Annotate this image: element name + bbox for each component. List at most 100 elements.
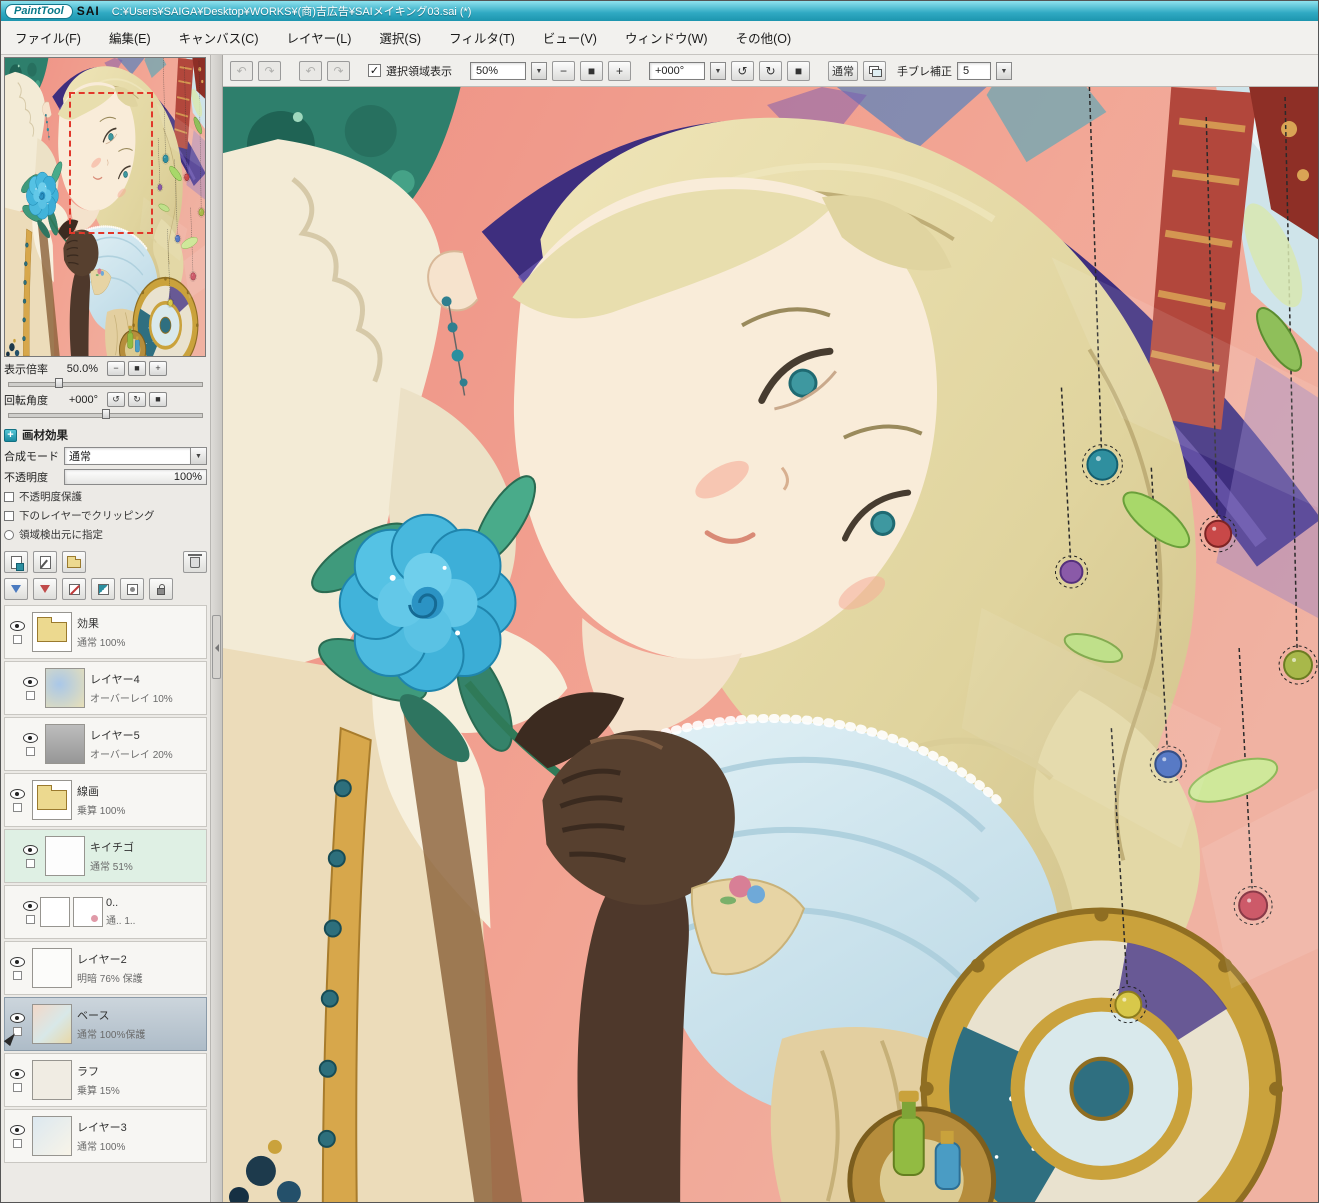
layer-row[interactable]: レイヤー2 明暗 76% 保護	[4, 941, 207, 995]
layer-row[interactable]: 0.. 通.. 1..	[4, 885, 207, 939]
layer-thumbnail	[45, 724, 85, 764]
nav-zoom-out-button[interactable]: −	[107, 361, 125, 376]
delete-layer-button[interactable]	[183, 551, 207, 573]
layer-checkbox[interactable]	[12, 1138, 22, 1148]
lock-layer-button[interactable]	[149, 578, 173, 600]
eye-icon[interactable]	[9, 1124, 25, 1135]
blend-normal-button[interactable]: 通常	[828, 60, 858, 81]
selection-source-radio[interactable]	[4, 529, 14, 540]
layer-name: レイヤー5	[90, 730, 140, 742]
zoom-dropdown-button[interactable]: ▼	[531, 61, 547, 80]
opacity-slider[interactable]: 100%	[64, 469, 207, 485]
nav-rotate-reset-button[interactable]: ■	[149, 392, 167, 407]
new-layer-icon	[10, 555, 24, 571]
nav-zoom-in-button[interactable]: +	[149, 361, 167, 376]
redo-button[interactable]: ↷	[258, 60, 281, 81]
eye-icon[interactable]	[9, 620, 25, 631]
menu-file[interactable]: ファイル(F)	[15, 28, 81, 47]
rotation-dropdown-button[interactable]: ▼	[710, 61, 726, 80]
layer-checkbox[interactable]	[12, 802, 22, 812]
rotate-ccw-button[interactable]: ↺	[731, 60, 754, 81]
new-layer-button[interactable]	[4, 551, 28, 573]
layer-checkbox[interactable]	[25, 690, 35, 700]
eye-icon[interactable]	[9, 788, 25, 799]
layer-checkbox[interactable]	[12, 970, 22, 980]
layer-display-button[interactable]	[863, 60, 886, 81]
layer-row[interactable]: ラフ 乗算 15%	[4, 1053, 207, 1107]
merge-down-button[interactable]	[33, 578, 57, 600]
layer-row[interactable]: キイチゴ 通常 51%	[4, 829, 207, 883]
eye-icon[interactable]	[22, 844, 38, 855]
nav-rotate-ccw-button[interactable]: ↺	[107, 392, 125, 407]
selection-undo-button[interactable]: ↶	[299, 60, 322, 81]
layer-checkbox[interactable]	[25, 914, 35, 924]
preserve-opacity-checkbox[interactable]	[4, 491, 14, 502]
layer-checkbox[interactable]	[25, 858, 35, 868]
fill-layer-icon	[97, 583, 109, 595]
zoom-in-button[interactable]: +	[608, 60, 631, 81]
eye-icon[interactable]	[22, 676, 38, 687]
stabilizer-dropdown-button[interactable]: ▼	[996, 61, 1012, 80]
lock-icon	[157, 583, 165, 595]
panel-collapse-handle[interactable]	[212, 615, 221, 679]
navigator-view-rectangle[interactable]	[69, 92, 153, 234]
rotation-slider-thumb[interactable]	[101, 409, 110, 419]
menu-layer[interactable]: レイヤー(L)	[287, 28, 352, 47]
clear-layer-button[interactable]	[62, 578, 86, 600]
layer-checkbox[interactable]	[12, 1082, 22, 1092]
navigator[interactable]	[4, 57, 206, 357]
expand-icon[interactable]: +	[4, 428, 17, 442]
canvas-artwork[interactable]	[223, 87, 1318, 1203]
layer-thumbnail	[32, 1004, 72, 1044]
new-folder-icon	[67, 556, 81, 568]
transfer-down-button[interactable]	[4, 578, 28, 600]
menu-canvas[interactable]: キャンバス(C)	[179, 28, 259, 47]
layer-row[interactable]: レイヤー4 オーバーレイ 10%	[4, 661, 207, 715]
stabilizer-input[interactable]: 5	[957, 61, 991, 80]
clipping-group-checkbox[interactable]	[4, 510, 14, 521]
layer-row[interactable]: レイヤー3 通常 100%	[4, 1109, 207, 1163]
zoom-out-button[interactable]: −	[552, 60, 575, 81]
fill-layer-button[interactable]	[91, 578, 115, 600]
selection-visible-checkbox[interactable]: ✓	[368, 64, 381, 77]
selection-redo-button[interactable]: ↷	[327, 60, 350, 81]
panel-divider[interactable]	[211, 55, 223, 1202]
zoom-slider-thumb[interactable]	[54, 378, 63, 388]
eye-icon[interactable]	[9, 1012, 25, 1023]
layer-row[interactable]: 効果 通常 100%	[4, 605, 207, 659]
canvas-viewport[interactable]	[223, 87, 1318, 1203]
nav-rotate-cw-button[interactable]: ↻	[128, 392, 146, 407]
menu-view[interactable]: ビュー(V)	[543, 28, 597, 47]
zoom-reset-button[interactable]: ■	[580, 60, 603, 81]
layer-row[interactable]: レイヤー5 オーバーレイ 20%	[4, 717, 207, 771]
blend-mode-dropdown-button[interactable]: ▼	[191, 447, 207, 465]
layer-checkbox[interactable]	[25, 746, 35, 756]
blend-mode-select[interactable]: 通常	[64, 447, 191, 465]
menu-filter[interactable]: フィルタ(T)	[449, 28, 515, 47]
menu-window[interactable]: ウィンドウ(W)	[625, 28, 708, 47]
canvas-area: ↶ ↷ ↶ ↷ ✓ 選択領域表示 50% ▼ − ■ + +000° ▼ ↺ ↻…	[223, 55, 1318, 1203]
layer-row[interactable]: 線画 乗算 100%	[4, 773, 207, 827]
eye-icon[interactable]	[9, 1068, 25, 1079]
rotate-cw-button[interactable]: ↻	[759, 60, 782, 81]
rotation-slider[interactable]	[8, 409, 203, 419]
zoom-input[interactable]: 50%	[470, 61, 526, 80]
layer-checkbox[interactable]	[12, 634, 22, 644]
nav-zoom-reset-button[interactable]: ■	[128, 361, 146, 376]
menu-edit[interactable]: 編集(E)	[109, 28, 151, 47]
eye-icon[interactable]	[22, 900, 38, 911]
clear-layer-icon	[68, 583, 80, 595]
new-vector-layer-button[interactable]	[33, 551, 57, 573]
rotation-input[interactable]: +000°	[649, 61, 705, 80]
menu-others[interactable]: その他(O)	[736, 28, 792, 47]
menu-selection[interactable]: 選択(S)	[379, 28, 421, 47]
new-layer-set-button[interactable]	[62, 551, 86, 573]
undo-button[interactable]: ↶	[230, 60, 253, 81]
layer-toolbar	[4, 551, 207, 600]
layer-mask-button[interactable]	[120, 578, 144, 600]
eye-icon[interactable]	[22, 732, 38, 743]
zoom-slider[interactable]	[8, 378, 203, 388]
rotate-reset-button[interactable]: ■	[787, 60, 810, 81]
eye-icon[interactable]	[9, 956, 25, 967]
layer-row-selected[interactable]: ベース 通常 100%保護	[3, 997, 207, 1051]
